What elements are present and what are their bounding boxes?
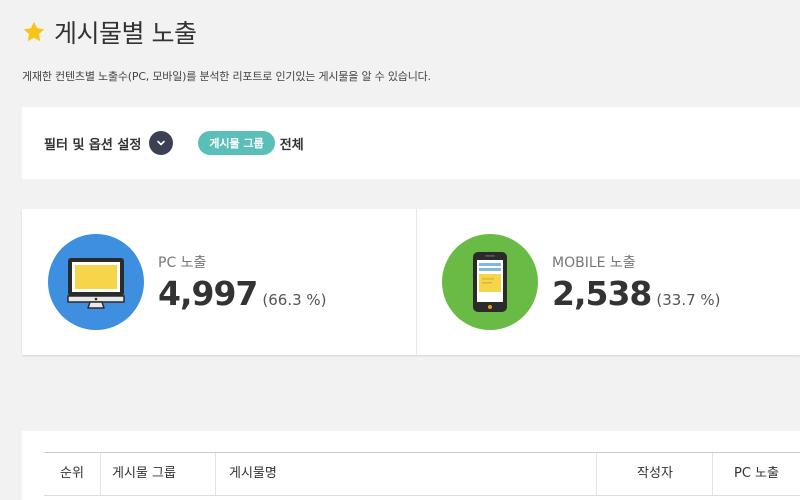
filter-label: 필터 및 옵션 설정 <box>44 137 142 153</box>
monitor-icon <box>67 258 125 309</box>
filter-toggle-button[interactable] <box>149 131 174 155</box>
pc-stat-label: PC 노출 <box>158 254 207 271</box>
pc-stat-value-row: 4,997 (66.3 %) <box>158 274 327 313</box>
column-header-pc-exposure[interactable]: PC 노출 <box>713 453 800 495</box>
star-icon <box>23 21 45 42</box>
mobile-stat-label: MOBILE 노출 <box>552 254 636 271</box>
exposure-stats: PC 노출 4,997 (66.3 %) MOBILE 노출 2,538 (33… <box>22 209 800 355</box>
mobile-stat: MOBILE 노출 2,538 (33.7 %) <box>417 209 800 355</box>
pc-stat-circle <box>48 234 144 330</box>
filter-chip-value: 전체 <box>279 137 304 153</box>
smartphone-icon <box>473 252 507 312</box>
table-header-row: 순위 게시물 그룹 게시물명 작성자 PC 노출 <box>44 452 800 496</box>
pc-stat-percent: (66.3 %) <box>262 290 327 309</box>
filter-panel: 필터 및 옵션 설정 게시물 그룹 전체 <box>22 107 800 179</box>
pc-stat-value: 4,997 <box>158 273 258 313</box>
column-header-post-name[interactable]: 게시물명 <box>217 453 597 495</box>
pc-stat: PC 노출 4,997 (66.3 %) <box>22 209 417 355</box>
column-header-post-group[interactable]: 게시물 그룹 <box>101 453 216 495</box>
mobile-stat-text: MOBILE 노출 2,538 (33.7 %) <box>552 252 721 313</box>
mobile-stat-circle <box>442 234 538 330</box>
pc-stat-text: PC 노출 4,997 (66.3 %) <box>158 252 327 313</box>
column-header-rank[interactable]: 순위 <box>44 453 101 495</box>
page-header: 게시물별 노출 <box>22 14 197 50</box>
chevron-down-icon <box>157 140 166 146</box>
mobile-stat-percent: (33.7 %) <box>656 290 721 309</box>
filter-chip-group[interactable]: 게시물 그룹 <box>198 131 275 155</box>
page-description: 게재한 컨텐츠별 노출수(PC, 모바일)를 분석한 리포트로 인기있는 게시물… <box>22 70 431 83</box>
column-header-author[interactable]: 작성자 <box>598 453 713 495</box>
mobile-stat-value: 2,538 <box>552 273 652 313</box>
post-table-panel: 순위 게시물 그룹 게시물명 작성자 PC 노출 <box>22 431 800 500</box>
mobile-stat-value-row: 2,538 (33.7 %) <box>552 274 721 313</box>
page-title: 게시물별 노출 <box>54 19 197 48</box>
